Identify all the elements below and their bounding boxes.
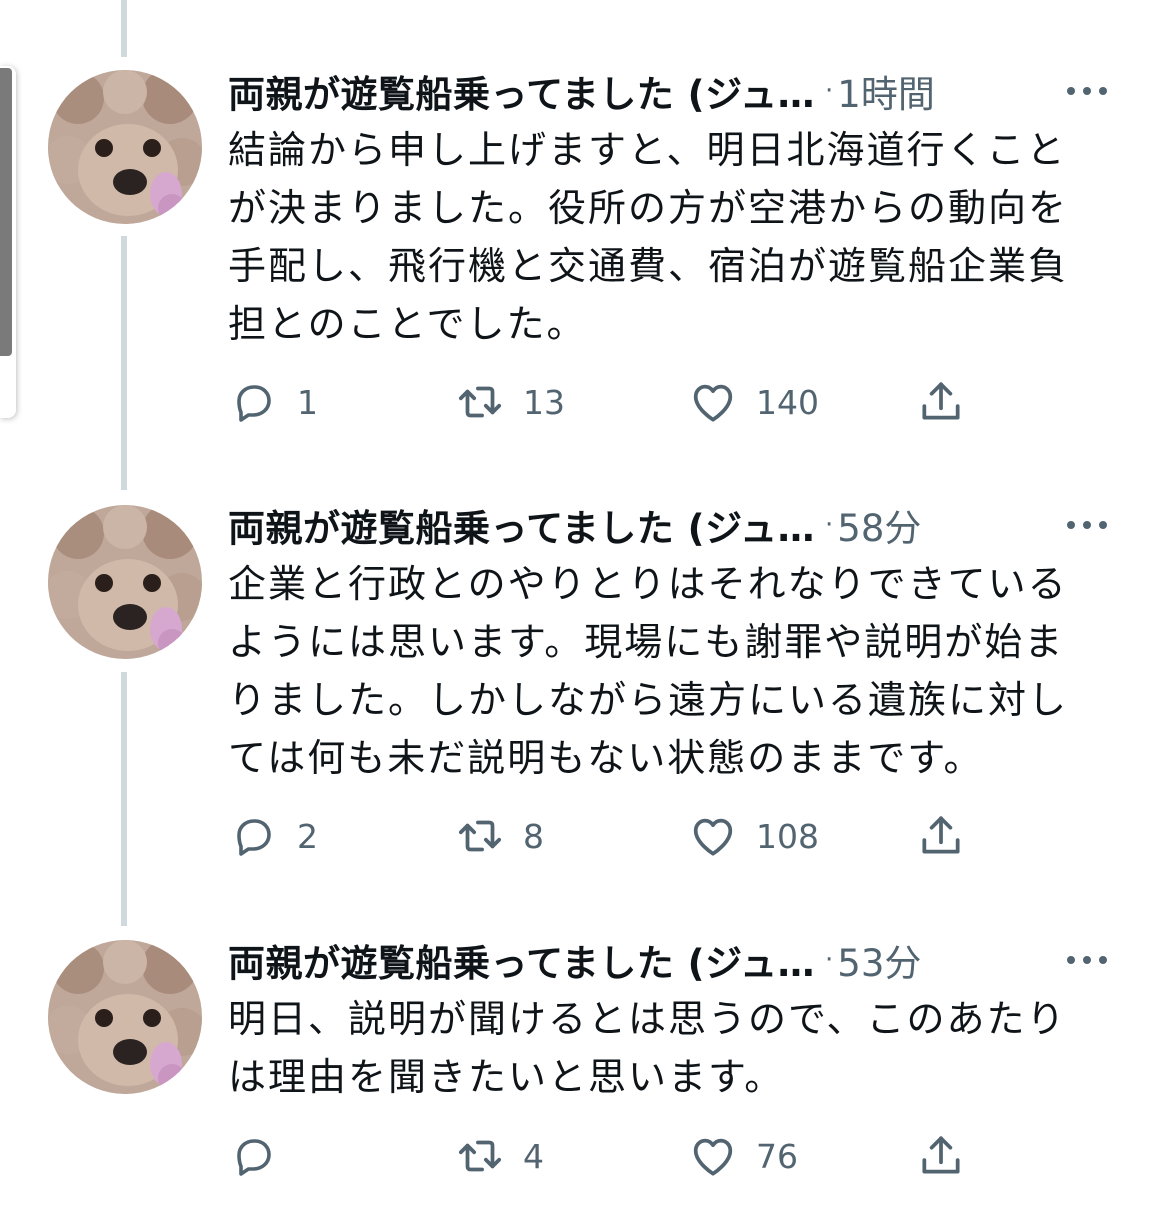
retweet-arrows-icon — [455, 1131, 505, 1181]
speech-bubble-icon — [229, 1131, 279, 1181]
scrollbar-thumb[interactable] — [0, 68, 12, 356]
separator-dot: · — [825, 510, 834, 540]
reply-count: 1 — [297, 382, 318, 422]
thread-connector-line — [121, 0, 127, 57]
tweet-actions: 4 76 — [0, 1126, 1170, 1186]
speech-bubble-icon — [229, 811, 279, 861]
tweet-text-line: 企業と行政とのやりとりはそれなりできている — [228, 562, 1068, 606]
tweet-text-line: りました。しかしながら遠方にいる遺族に対し — [228, 678, 1069, 722]
retweet-count: 8 — [523, 816, 544, 856]
author-name[interactable]: 両親が遊覧船乗ってました (ジュ… — [228, 498, 815, 552]
share-upload-icon — [916, 1131, 966, 1181]
like-button[interactable]: 140 — [688, 372, 819, 432]
poodle-avatar-image — [48, 505, 202, 659]
heart-icon — [688, 811, 738, 861]
retweet-arrows-icon — [455, 811, 505, 861]
share-upload-icon — [916, 377, 966, 427]
share-button[interactable] — [916, 372, 966, 432]
retweet-button[interactable]: 4 — [455, 1126, 544, 1186]
like-count: 140 — [756, 382, 819, 422]
tweet-text-line: は理由を聞きたいと思います。 — [228, 1055, 785, 1099]
tweet-text-line: 明日、説明が聞けるとは思うので、このあたり — [228, 997, 1067, 1041]
like-count: 108 — [756, 816, 819, 856]
share-upload-icon — [916, 811, 966, 861]
tweet-actions: 2 8 108 — [0, 806, 1170, 866]
avatar[interactable] — [48, 940, 202, 1094]
retweet-count: 13 — [523, 382, 565, 422]
tweet-text-line: ようには思います。現場にも謝罪や説明が始ま — [228, 620, 1065, 664]
reply-button[interactable] — [229, 1126, 297, 1186]
more-dots-icon[interactable] — [1058, 74, 1116, 108]
tweet-text-line: 手配し、飛行機と交通費、宿泊が遊覧船企業負 — [228, 244, 1069, 288]
like-button[interactable]: 76 — [688, 1126, 798, 1186]
retweet-arrows-icon — [455, 377, 505, 427]
share-button[interactable] — [916, 806, 966, 866]
tweet-text-line: 担とのことでした。 — [228, 302, 587, 346]
reply-button[interactable]: 2 — [229, 806, 318, 866]
poodle-avatar-image — [48, 70, 202, 224]
thread-connector-line — [121, 236, 127, 490]
tweet-header: 両親が遊覧船乗ってました (ジュ… · 53分 — [228, 935, 1170, 985]
like-count: 76 — [756, 1136, 798, 1176]
avatar[interactable] — [48, 505, 202, 659]
reply-button[interactable]: 1 — [229, 372, 318, 432]
retweet-button[interactable]: 13 — [455, 372, 565, 432]
retweet-button[interactable]: 8 — [455, 806, 544, 866]
more-dots-icon[interactable] — [1058, 508, 1116, 542]
separator-dot: · — [825, 76, 834, 106]
poodle-avatar-image — [48, 940, 202, 1094]
author-name[interactable]: 両親が遊覧船乗ってました (ジュ… — [228, 64, 815, 118]
timestamp[interactable]: 1時間 — [837, 64, 935, 118]
tweet-text-line: ては何も未だ説明もない状態のままです。 — [228, 736, 984, 780]
share-button[interactable] — [916, 1126, 966, 1186]
like-button[interactable]: 108 — [688, 806, 819, 866]
tweet-header: 両親が遊覧船乗ってました (ジュ… · 1時間 — [228, 66, 1170, 116]
author-name[interactable]: 両親が遊覧船乗ってました (ジュ… — [228, 933, 815, 987]
more-dots-icon[interactable] — [1058, 943, 1116, 977]
speech-bubble-icon — [229, 377, 279, 427]
timestamp[interactable]: 53分 — [837, 933, 921, 987]
tweet-text: 結論から申し上げますと、明日北海道行くこと が決まりました。役所の方が空港からの… — [228, 121, 1128, 353]
heart-icon — [688, 1131, 738, 1181]
tweet-text: 企業と行政とのやりとりはそれなりできている ようには思います。現場にも謝罪や説明… — [228, 555, 1128, 787]
scrollbar[interactable] — [0, 66, 16, 418]
tweet-header: 両親が遊覧船乗ってました (ジュ… · 58分 — [228, 500, 1170, 550]
tweet-actions: 1 13 140 — [0, 372, 1170, 432]
tweet-text-line: が決まりました。役所の方が空港からの動向を — [228, 186, 1069, 230]
thread-connector-line — [121, 672, 127, 926]
avatar[interactable] — [48, 70, 202, 224]
tweet-text: 明日、説明が聞けるとは思うので、このあたり は理由を聞きたいと思います。 — [228, 990, 1128, 1106]
timestamp[interactable]: 58分 — [837, 498, 921, 552]
separator-dot: · — [825, 945, 834, 975]
tweet-text-line: 結論から申し上げますと、明日北海道行くこと — [228, 128, 1067, 172]
reply-count: 2 — [297, 816, 318, 856]
retweet-count: 4 — [523, 1136, 544, 1176]
heart-icon — [688, 377, 738, 427]
